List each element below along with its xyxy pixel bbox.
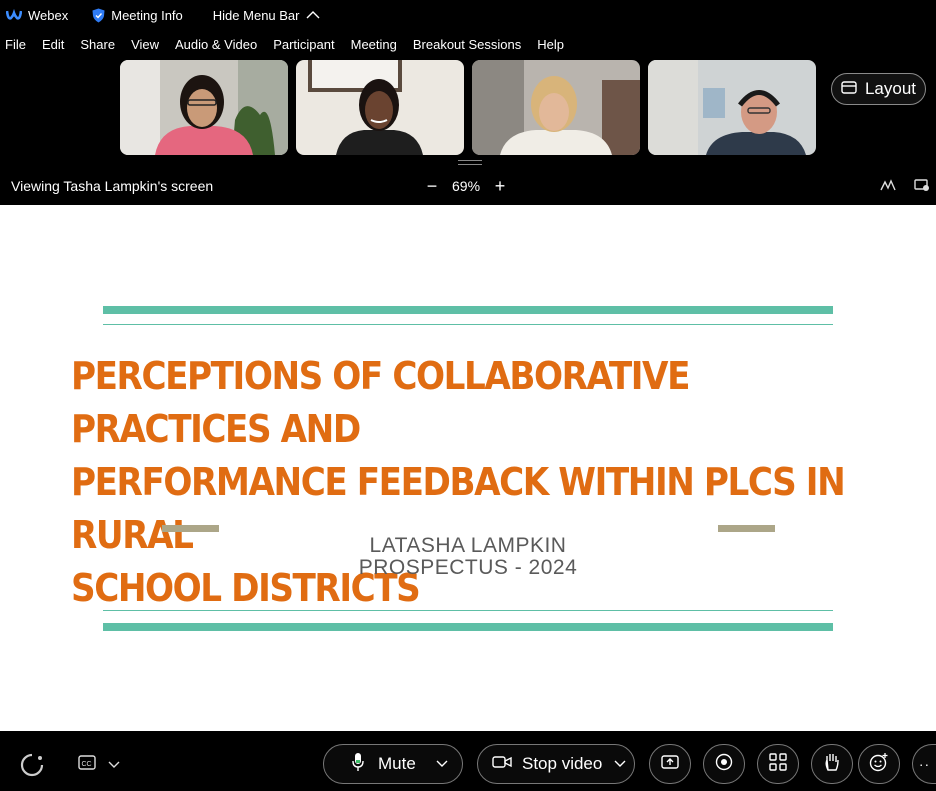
menu-share[interactable]: Share [80, 37, 115, 52]
slide-divider-top-thin [103, 324, 833, 325]
menu-file[interactable]: File [5, 37, 26, 52]
mute-button[interactable]: Mute [323, 744, 463, 784]
apps-button[interactable] [757, 744, 799, 784]
shield-icon [92, 8, 105, 23]
zoom-in-button[interactable]: + [492, 177, 508, 195]
share-view-bar: Viewing Tasha Lampkin's screen − 69% + [0, 172, 936, 200]
shared-slide: PERCEPTIONS OF COLLABORATIVE PRACTICES A… [0, 205, 936, 731]
zoom-control: − 69% + [424, 177, 508, 195]
chevron-up-icon [306, 8, 320, 23]
record-icon [715, 753, 733, 776]
slide-author: LATASHA LAMPKIN [369, 534, 567, 557]
more-options-button[interactable]: ·· [912, 744, 936, 784]
layout-icon [841, 79, 857, 99]
hide-menu-bar-label: Hide Menu Bar [212, 7, 300, 23]
zoom-out-button[interactable]: − [424, 177, 440, 195]
participant-video-tile[interactable] [120, 60, 288, 155]
reactions-button[interactable] [858, 744, 900, 784]
raise-hand-button[interactable] [811, 744, 853, 784]
raise-hand-icon [824, 752, 840, 777]
more-icon: ·· [918, 756, 931, 772]
slide-title-line: PERCEPTIONS OF COLLABORATIVE PRACTICES A… [71, 354, 690, 451]
layout-label: Layout [864, 79, 917, 98]
menu-help[interactable]: Help [537, 37, 564, 52]
menu-bar: File Edit Share View Audio & Video Parti… [0, 33, 936, 55]
video-camera-icon [492, 754, 512, 774]
closed-caption-icon[interactable]: CC [78, 755, 98, 776]
title-bar: Webex Meeting Info Hide Menu Bar [0, 0, 936, 30]
record-button[interactable] [703, 744, 745, 784]
screen-control-icon[interactable] [914, 178, 930, 195]
menu-view[interactable]: View [131, 37, 159, 52]
svg-text:CC: CC [82, 761, 92, 768]
webex-ai-icon[interactable] [20, 753, 44, 782]
app-title: Webex [5, 7, 69, 23]
menu-audio-video[interactable]: Audio & Video [175, 37, 257, 52]
webex-logo-icon [5, 8, 23, 21]
stop-video-label: Stop video [522, 754, 603, 773]
hide-menu-bar-button[interactable]: Hide Menu Bar [213, 8, 320, 23]
slide-accent-left [162, 525, 219, 532]
stop-video-button[interactable]: Stop video [477, 744, 635, 784]
share-icon [661, 754, 679, 775]
zoom-level: 69% [452, 178, 481, 194]
viewing-screen-label: Viewing Tasha Lampkin's screen [11, 178, 214, 194]
mute-label: Mute [378, 754, 416, 773]
annotate-icon[interactable] [880, 178, 896, 195]
menu-breakout-sessions[interactable]: Breakout Sessions [413, 37, 521, 52]
slide-subtitle: PROSPECTUS - 2024 [358, 556, 578, 579]
reactions-icon [869, 752, 889, 777]
slide-accent-right [718, 525, 775, 532]
share-button[interactable] [649, 744, 691, 784]
participant-video-tile[interactable] [472, 60, 640, 155]
resize-grip[interactable] [458, 160, 482, 165]
meeting-controls: CC Mute Stop video ·· [0, 731, 936, 791]
menu-participant[interactable]: Participant [273, 37, 334, 52]
chevron-down-icon[interactable] [108, 757, 120, 775]
slide-divider-top [103, 306, 833, 314]
microphone-icon [352, 752, 364, 777]
app-name: Webex [28, 7, 69, 23]
menu-edit[interactable]: Edit [42, 37, 64, 52]
slide-divider-bottom-thin [103, 610, 833, 611]
apps-icon [769, 752, 787, 776]
meeting-info-label: Meeting Info [111, 7, 183, 23]
slide-divider-bottom [103, 623, 833, 631]
chevron-down-icon[interactable] [614, 754, 626, 774]
participant-video-strip: Layout [0, 60, 936, 156]
participant-video-tile[interactable] [296, 60, 464, 155]
participant-video-tile[interactable] [648, 60, 816, 155]
chevron-down-icon[interactable] [436, 754, 448, 774]
meeting-info-button[interactable]: Meeting Info [92, 8, 183, 23]
menu-meeting[interactable]: Meeting [351, 37, 397, 52]
layout-button[interactable]: Layout [831, 73, 926, 105]
